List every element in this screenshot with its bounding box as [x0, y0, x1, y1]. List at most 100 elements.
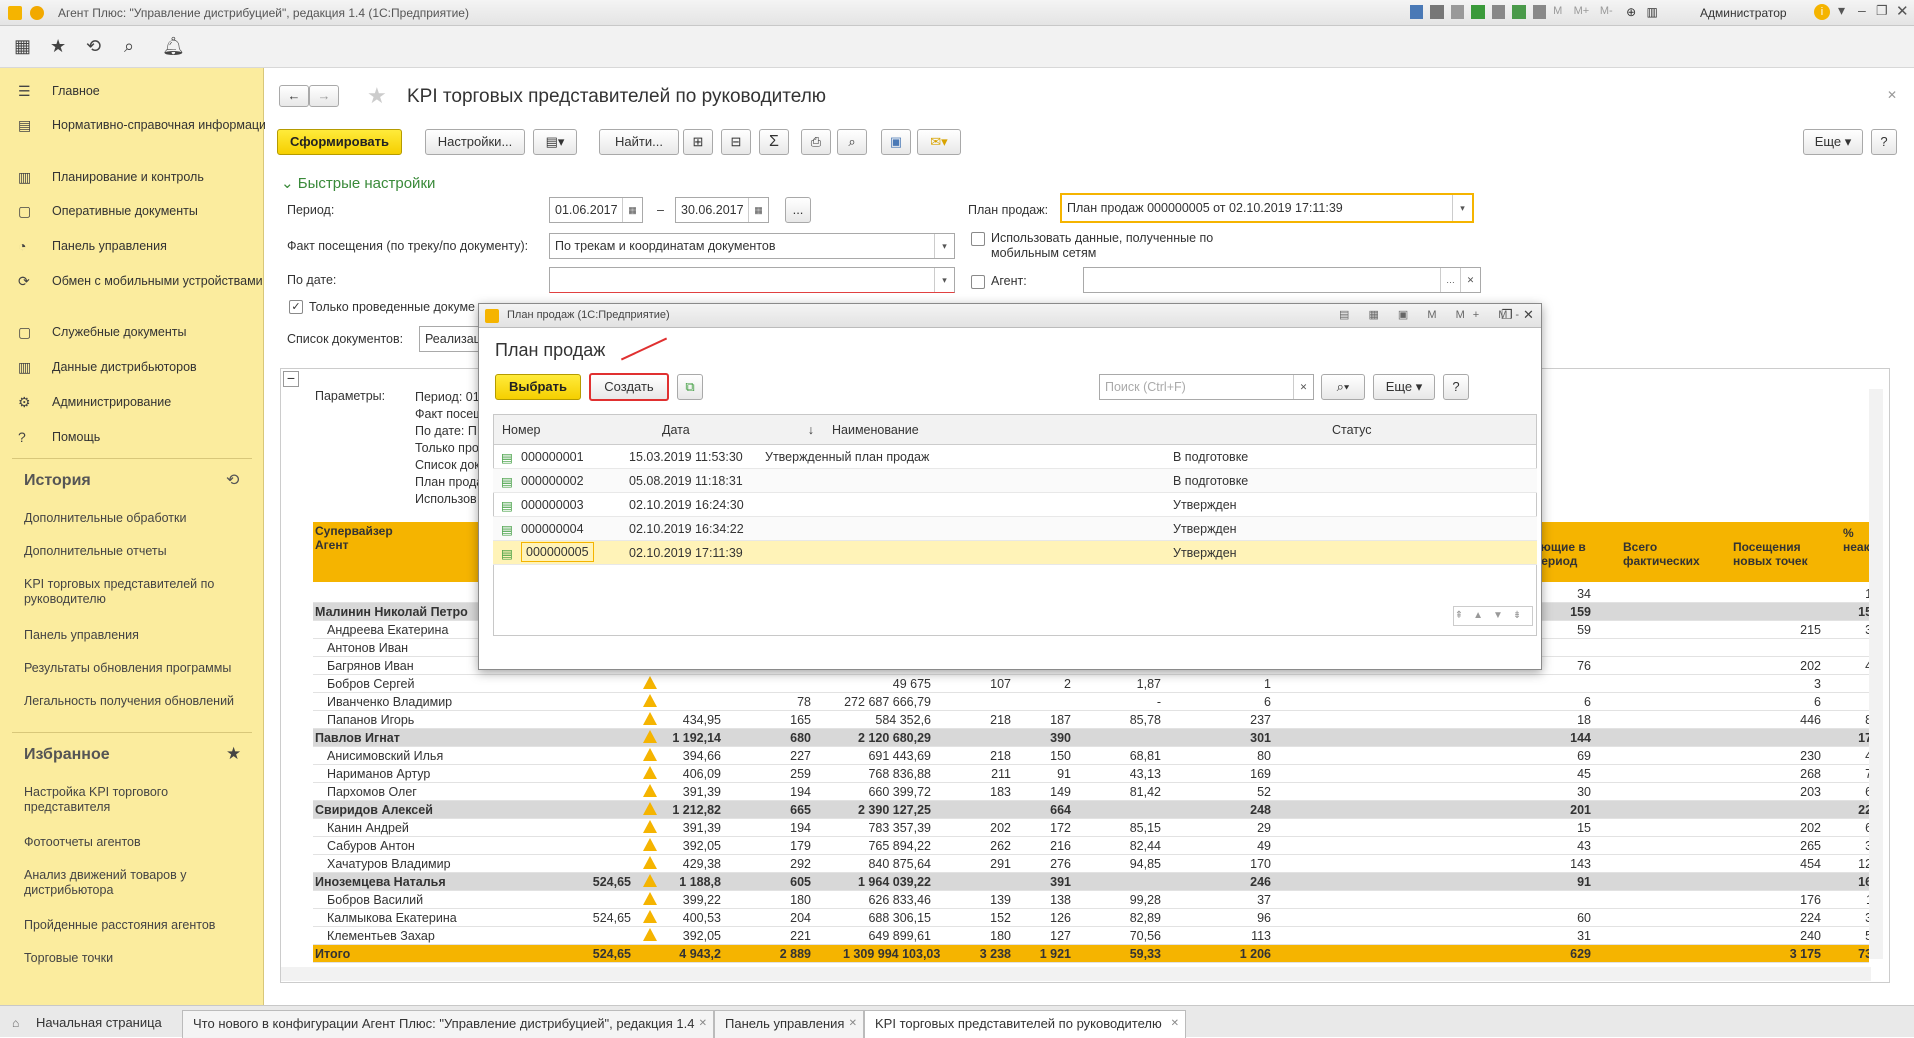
save-icon[interactable]: ▣	[881, 129, 911, 155]
visit-select[interactable]: По трекам и координатам документов ▾	[549, 233, 955, 259]
report-horizontal-scrollbar[interactable]	[281, 967, 1871, 981]
tab-whats-new[interactable]: Что нового в конфигурации Агент Плюс: "У…	[182, 1010, 714, 1038]
collapse-params-icon[interactable]: −	[283, 371, 299, 387]
report-total-row[interactable]: Итого 524,65 4 943,2 2 889 1 309 994 103,03 3…	[313, 945, 1879, 963]
plan-input[interactable]: План продаж 000000005 от 02.10.2019 17:1…	[1060, 193, 1474, 223]
find-button[interactable]: Найти...	[599, 129, 679, 155]
dialog-search-input[interactable]: Поиск (Ctrl+F) ✕	[1099, 374, 1314, 400]
collapse-icon[interactable]: ⊟	[721, 129, 751, 155]
date-to-input[interactable]: 30.06.2017 ▦	[675, 197, 769, 223]
search-icon[interactable]: ⌕▾	[1321, 374, 1365, 400]
zoom-icon[interactable]: ⊕	[1626, 5, 1639, 19]
favorite-link[interactable]: Анализ движений товаров у дистрибьютора	[24, 868, 249, 898]
favorites-star-icon[interactable]: ★	[226, 744, 241, 764]
favorite-link[interactable]: Настройка KPI торгового представителя	[24, 785, 249, 815]
col-date[interactable]: Дата ↓	[654, 415, 824, 445]
favorite-link[interactable]: Торговые точки	[24, 951, 249, 966]
report-row[interactable]: Калмыкова Екатерина 524,65 400,53 204 688 30…	[313, 909, 1879, 927]
report-group-row[interactable]: Павлов Игнат 1 192,14 680 2 120 680,29 390 30…	[313, 729, 1879, 747]
dialog-maximize-icon[interactable]: ❐	[1501, 307, 1513, 323]
plan-row[interactable]: ▤ 000000003 02.10.2019 16:24:30 Утвержден	[493, 493, 1537, 517]
app-menu-icon[interactable]	[30, 6, 44, 20]
plan-row[interactable]: ▤ 000000004 02.10.2019 16:34:22 Утвержден	[493, 517, 1537, 541]
panels-icon[interactable]: ▥	[1647, 5, 1660, 19]
bydate-select[interactable]: ▾	[549, 267, 955, 293]
plan-row[interactable]: ▤ 000000005 02.10.2019 17:11:39 Утвержден	[493, 541, 1537, 565]
only-posted-checkbox[interactable]: ✓	[289, 300, 303, 314]
dialog-close-icon[interactable]: ✕	[1523, 307, 1534, 323]
minimize-icon[interactable]: –	[1858, 2, 1866, 18]
clear-icon[interactable]: ✕	[1293, 375, 1313, 399]
history-link[interactable]: Дополнительные обработки	[24, 511, 249, 526]
close-icon[interactable]: ✕	[1896, 2, 1909, 20]
calendar-icon[interactable]: ▦	[622, 198, 642, 222]
expand-icon[interactable]: ⊞	[683, 129, 713, 155]
calendar-icon[interactable]: ▦	[748, 198, 768, 222]
favorite-link[interactable]: Фотоотчеты агентов	[24, 835, 249, 850]
plan-row[interactable]: ▤ 000000002 05.08.2019 11:18:31 В подготовк…	[493, 469, 1537, 493]
report-row[interactable]: Нариманов Артур 406,09 259 768 836,88 211 91 4…	[313, 765, 1879, 783]
more-button[interactable]: Еще ▾	[1803, 129, 1863, 155]
chevron-down-icon[interactable]: ▾	[1452, 195, 1472, 221]
memory-minus-icon[interactable]: M-	[1600, 5, 1619, 19]
col-name[interactable]: Наименование	[824, 415, 1324, 445]
agent-input[interactable]: … ✕	[1083, 267, 1481, 293]
table-nav-buttons[interactable]: ⇞▲▼⇟	[1453, 606, 1533, 626]
close-form-icon[interactable]: ✕	[1887, 88, 1897, 102]
mail-icon[interactable]: ✉▾	[917, 129, 961, 155]
period-select-button[interactable]: ...	[785, 197, 811, 223]
chevron-down-icon[interactable]: ▾	[934, 268, 954, 292]
chevron-down-icon[interactable]: ▾	[934, 234, 954, 258]
plan-row[interactable]: ▤ 000000001 15.03.2019 11:53:30 Утвержденны…	[493, 445, 1537, 469]
favorite-link[interactable]: Пройденные расстояния агентов	[24, 918, 249, 933]
report-row[interactable]: Папанов Игорь 434,95 165 584 352,6 218 187 85,…	[313, 711, 1879, 729]
date-from-input[interactable]: 01.06.2017 ▦	[549, 197, 643, 223]
quick-settings-toggle[interactable]: ⌄ Быстрые настройки	[281, 174, 435, 192]
window-menu-icon[interactable]: ▾	[1838, 2, 1845, 19]
link-icon[interactable]	[1471, 5, 1485, 19]
dialog-more-button[interactable]: Еще ▾	[1373, 374, 1435, 400]
forward-button[interactable]: →	[309, 85, 339, 107]
calendar-icon[interactable]	[1532, 5, 1547, 19]
report-row[interactable]: Бобров Василий 399,22 180 626 833,46 139 138 9…	[313, 891, 1879, 909]
apps-grid-icon[interactable]: ▦	[14, 36, 31, 57]
memory-icon[interactable]: M	[1553, 5, 1566, 19]
memory-plus-icon[interactable]: M+	[1574, 5, 1593, 19]
add-favorite-star-icon[interactable]: ★	[367, 83, 387, 109]
select-button[interactable]: Выбрать	[495, 374, 581, 400]
tab-start-page[interactable]: Начальная страница	[26, 1010, 178, 1038]
agent-checkbox[interactable]	[971, 275, 985, 289]
mail-icon[interactable]	[1491, 5, 1506, 19]
mobile-data-checkbox[interactable]	[971, 232, 985, 246]
calc-icon[interactable]	[1512, 5, 1526, 19]
back-button[interactable]: ←	[279, 85, 309, 107]
report-row[interactable]: Анисимовский Илья 394,66 227 691 443,69 218 1…	[313, 747, 1879, 765]
generate-button[interactable]: Сформировать	[277, 129, 402, 155]
report-group-row[interactable]: Иноземцева Наталья 524,65 1 188,8 605 1 964 …	[313, 873, 1879, 891]
print-icon[interactable]: ⎙	[801, 129, 831, 155]
history-clock-icon[interactable]: ⟲	[226, 470, 239, 490]
history-link[interactable]: Результаты обновления программы	[24, 661, 249, 676]
notifications-bell-icon[interactable]: 🔔︎	[162, 36, 185, 57]
report-row[interactable]: Сабуров Антон 392,05 179 765 894,22 262 216 82…	[313, 837, 1879, 855]
history-link[interactable]: Панель управления	[24, 628, 249, 643]
home-icon[interactable]: ⌂	[12, 1016, 19, 1030]
history-link[interactable]: Дополнительные отчеты	[24, 544, 249, 559]
report-row[interactable]: Хачатуров Владимир 429,38 292 840 875,64 291…	[313, 855, 1879, 873]
history-link[interactable]: Легальность получения обновлений	[24, 694, 249, 709]
report-group-row[interactable]: Свиридов Алексей 1 212,82 665 2 390 127,25 6…	[313, 801, 1879, 819]
tab-control-panel[interactable]: Панель управления ✕	[714, 1010, 864, 1038]
favorites-star-icon[interactable]: ★	[50, 36, 66, 57]
copy-icon[interactable]: ⧉	[677, 374, 703, 400]
col-number[interactable]: Номер	[494, 415, 654, 445]
report-row[interactable]: Клементьев Захар 392,05 221 649 899,61 180 12…	[313, 927, 1879, 945]
agent-select-button[interactable]: …	[1440, 268, 1460, 292]
report-row[interactable]: Иванченко Владимир 78 272 687 666,79 - 6 6 6	[313, 693, 1869, 711]
history-icon[interactable]: ⟲	[86, 36, 101, 57]
print-icon[interactable]	[1430, 5, 1444, 19]
sum-icon[interactable]: Σ	[759, 129, 789, 155]
report-row[interactable]: Канин Андрей 391,39 194 783 357,39 202 172 85,…	[313, 819, 1879, 837]
maximize-icon[interactable]: ❐	[1876, 3, 1888, 19]
info-icon[interactable]: i	[1814, 4, 1830, 20]
report-row[interactable]: Бобров Сергей49 67510721,87131	[313, 675, 1879, 693]
